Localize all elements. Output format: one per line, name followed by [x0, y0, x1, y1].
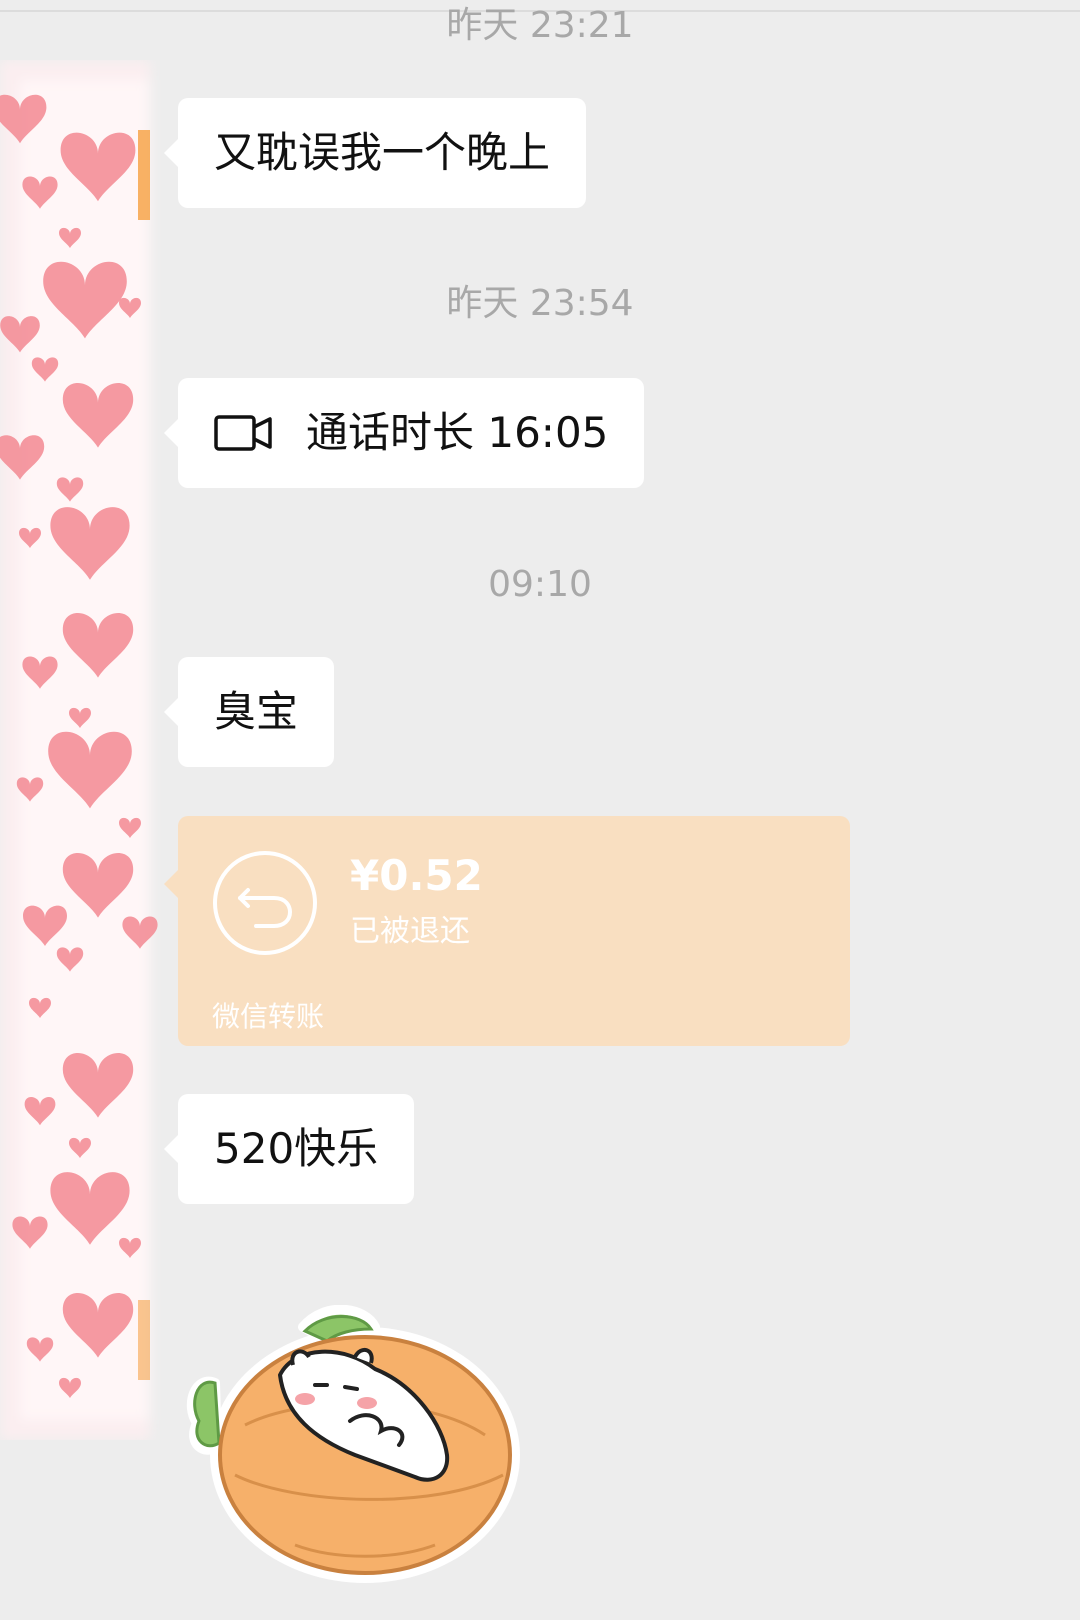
video-call-bubble[interactable]: 通话时长 16:05 — [163, 378, 645, 488]
wechat-transfer-card[interactable]: ¥0.52 已被退还 微信转账 — [164, 816, 850, 1046]
transfer-status: 已被退还 — [350, 914, 470, 949]
transfer-amount: ¥0.52 — [350, 851, 483, 900]
video-call-icon — [214, 415, 272, 451]
message-text: 臭宝 — [214, 687, 299, 736]
return-arrow-icon — [213, 851, 317, 955]
avatar[interactable] — [0, 60, 170, 1440]
message-bubble[interactable]: 又耽误我一个晚上 — [163, 98, 587, 208]
message-text: 520快乐 — [214, 1124, 379, 1173]
timestamp: 昨天 23:54 — [446, 283, 634, 324]
timestamp: 09:10 — [488, 564, 592, 605]
call-duration-text: 通话时长 16:05 — [306, 408, 609, 457]
timestamp: 昨天 23:21 — [446, 5, 634, 46]
message-bubble[interactable]: 520快乐 — [163, 1094, 415, 1204]
transfer-source-label: 微信转账 — [212, 1000, 325, 1033]
hamster-on-carrot-sticker[interactable] — [185, 1305, 545, 1595]
message-text: 又耽误我一个晚上 — [214, 128, 551, 177]
message-bubble[interactable]: 臭宝 — [163, 657, 335, 767]
